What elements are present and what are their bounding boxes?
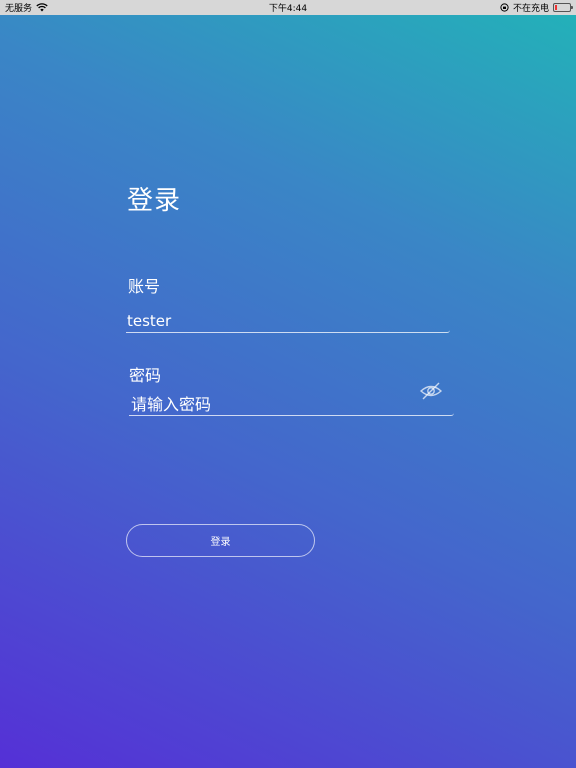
battery-level	[555, 5, 557, 10]
orientation-lock-icon	[500, 3, 509, 12]
wifi-icon	[36, 3, 48, 12]
account-input[interactable]	[126, 309, 450, 333]
status-time: 下午4:44	[268, 4, 308, 14]
eye-off-icon	[419, 381, 443, 405]
status-bar-right: 不在充电	[500, 1, 573, 14]
account-label: 账号	[128, 277, 161, 296]
login-button[interactable]: 登录	[126, 524, 315, 557]
password-visibility-toggle[interactable]	[418, 381, 444, 405]
page-title: 登录	[127, 186, 182, 216]
password-label: 密码	[129, 366, 162, 385]
status-bar: 无服务 下午4:44 不在充电	[0, 0, 576, 15]
password-input[interactable]	[129, 393, 454, 416]
carrier-label: 无服务	[5, 4, 33, 14]
status-bar-left: 无服务	[5, 1, 48, 14]
battery-icon	[553, 3, 573, 12]
charging-status: 不在充电	[512, 4, 549, 14]
